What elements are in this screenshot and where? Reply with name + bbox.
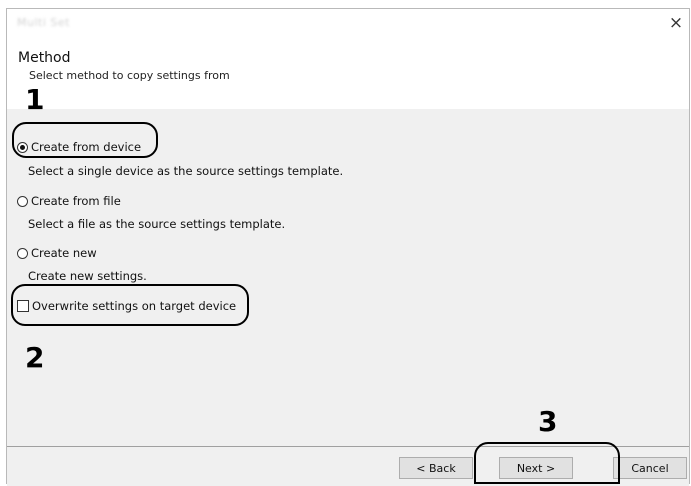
- back-button[interactable]: < Back: [399, 457, 473, 479]
- close-icon[interactable]: ×: [665, 12, 687, 34]
- page-title: Method: [18, 50, 71, 66]
- option-description: Select a single device as the source set…: [28, 164, 344, 178]
- option-description: Select a file as the source settings tem…: [28, 217, 286, 231]
- page-subtitle: Select method to copy settings from: [29, 69, 230, 82]
- overwrite-checkbox[interactable]: Overwrite settings on target device: [17, 299, 236, 313]
- window-title: Multi Set: [17, 16, 70, 29]
- radio-create-from-file[interactable]: Create from file: [17, 194, 121, 208]
- options-panel: Create from device Select a single devic…: [7, 109, 689, 446]
- button-bar: < Back Next > Cancel: [7, 446, 689, 486]
- callout-number-2: 2: [25, 341, 45, 374]
- option-description: Create new settings.: [28, 269, 147, 283]
- callout-number-1: 1: [25, 83, 45, 116]
- radio-button-icon[interactable]: [17, 247, 28, 259]
- radio-label: Create from file: [31, 194, 121, 208]
- title-bar[interactable]: Multi Set ×: [7, 9, 689, 36]
- checkbox-icon[interactable]: [17, 300, 29, 312]
- radio-create-new[interactable]: Create new: [17, 246, 97, 260]
- callout-number-3: 3: [538, 405, 558, 438]
- radio-button-icon[interactable]: [17, 195, 28, 207]
- page-header: Method Select method to copy settings fr…: [7, 36, 689, 110]
- checkbox-label: Overwrite settings on target device: [32, 299, 237, 313]
- next-button[interactable]: Next >: [499, 457, 573, 479]
- radio-button-icon[interactable]: [17, 141, 28, 153]
- radio-label: Create from device: [31, 140, 142, 154]
- cancel-button[interactable]: Cancel: [613, 457, 687, 479]
- dialog-window: Multi Set × Method Select method to copy…: [6, 8, 690, 486]
- radio-label: Create new: [31, 246, 97, 260]
- radio-create-from-device[interactable]: Create from device: [17, 140, 141, 154]
